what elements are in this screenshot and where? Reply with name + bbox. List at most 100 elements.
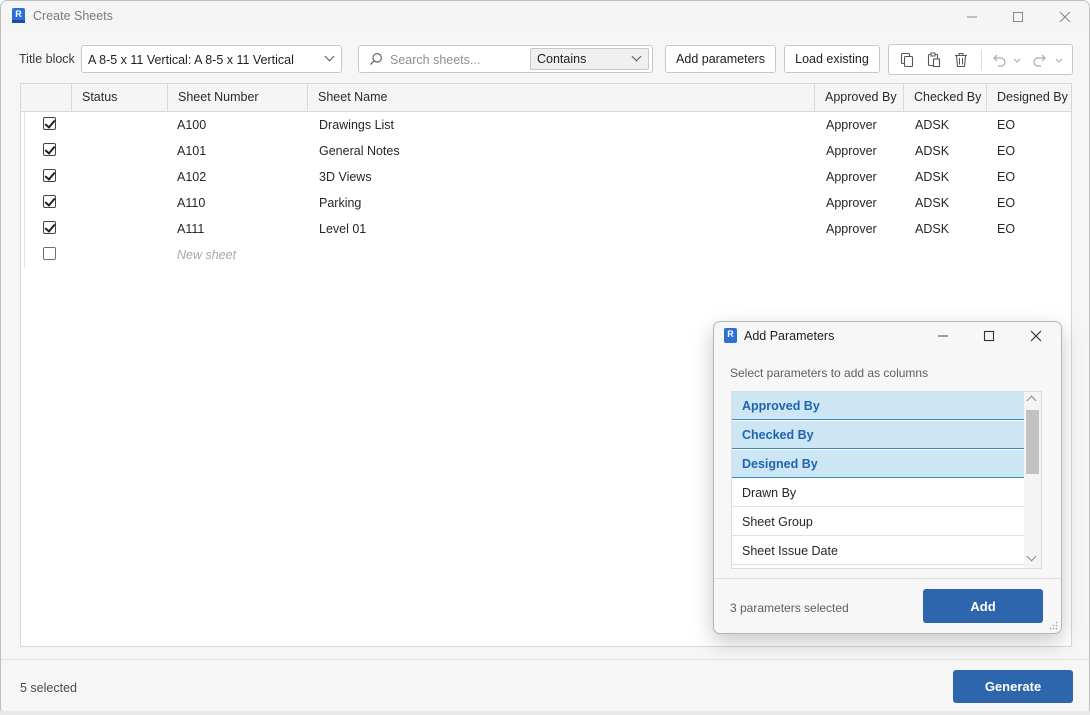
sheet-number-cell[interactable]: A102 [177,170,206,184]
generate-button[interactable]: Generate [953,670,1073,703]
row-handle [21,164,25,190]
checked-by-cell[interactable]: ADSK [915,118,949,132]
table-row[interactable]: A101 General Notes Approver ADSK EO [21,138,1071,164]
column-header-approved-by[interactable]: Approved By [814,84,903,111]
sheet-name-cell[interactable]: General Notes [319,144,400,158]
row-checkbox[interactable] [43,195,56,208]
search-input[interactable] [388,50,532,70]
checked-by-cell[interactable]: ADSK [915,196,949,210]
maximize-button[interactable] [995,1,1041,32]
delete-icon[interactable] [953,52,969,68]
dialog-close-button[interactable] [1013,322,1059,350]
column-header-sheet-name[interactable]: Sheet Name [307,84,814,111]
designed-by-cell[interactable]: EO [997,196,1015,210]
scrollbar-thumb[interactable] [1026,410,1039,474]
row-checkbox[interactable] [43,143,56,156]
search-mode-select[interactable]: Contains [530,48,649,70]
background-strip [0,711,1090,715]
toolbar-divider [981,50,982,70]
checked-by-cell[interactable]: ADSK [915,170,949,184]
scroll-up-icon[interactable] [1026,395,1037,406]
window-title: Create Sheets [33,9,113,23]
dialog-minimize-button[interactable] [920,322,966,350]
title-bar[interactable]: R Create Sheets [1,1,1089,32]
redo-icon[interactable] [1032,52,1048,68]
column-header-status[interactable]: Status [71,84,167,111]
row-handle [21,190,25,216]
row-checkbox[interactable] [43,117,56,130]
selection-count: 5 selected [20,681,77,695]
parameters-selected-count: 3 parameters selected [730,601,849,615]
minimize-icon [938,335,948,337]
chevron-down-icon [631,51,642,62]
sheet-number-cell[interactable]: A100 [177,118,206,132]
revit-logo-icon: R [12,8,25,23]
row-handle [21,112,25,138]
row-handle [21,216,25,242]
row-checkbox[interactable] [43,169,56,182]
resize-grip-icon[interactable] [1049,621,1058,630]
paste-icon[interactable] [926,52,942,68]
sheet-name-cell[interactable]: Level 01 [319,222,366,236]
designed-by-cell[interactable]: EO [997,170,1015,184]
column-header-select[interactable] [24,84,71,111]
sheet-name-cell[interactable]: Parking [319,196,361,210]
chevron-down-icon [324,51,335,62]
search-mode-value: Contains [537,52,587,66]
table-row[interactable]: A102 3D Views Approver ADSK EO [21,164,1071,190]
grid-header: Status Sheet Number Sheet Name Approved … [21,84,1071,112]
close-button[interactable] [1042,1,1088,32]
title-block-label: Title block [19,52,75,66]
row-handle [21,138,25,164]
table-row[interactable]: A111 Level 01 Approver ADSK EO [21,216,1071,242]
redo-dropdown-icon[interactable] [1054,52,1064,68]
sheet-name-cell[interactable]: 3D Views [319,170,372,184]
checked-by-cell[interactable]: ADSK [915,144,949,158]
row-handle [21,242,25,268]
parameter-item[interactable]: Checked By [732,421,1025,449]
add-parameters-button[interactable]: Add parameters [665,45,776,73]
column-header-checked-by[interactable]: Checked By [903,84,986,111]
parameter-list: Approved By Checked By Designed By Drawn… [731,391,1042,569]
parameter-item[interactable]: Sheet Issue Date [732,537,1025,565]
row-checkbox[interactable] [43,221,56,234]
minimize-button[interactable] [949,1,995,32]
undo-icon[interactable] [991,52,1007,68]
copy-icon[interactable] [899,52,915,68]
sheet-number-cell[interactable]: A110 [177,196,205,210]
column-header-sheet-number[interactable]: Sheet Number [167,84,307,111]
approved-by-cell[interactable]: Approver [826,170,877,184]
row-checkbox[interactable] [43,247,56,260]
approved-by-cell[interactable]: Approver [826,118,877,132]
title-block-select[interactable]: A 8-5 x 11 Vertical: A 8-5 x 11 Vertical [81,45,342,73]
search-icon [370,53,382,65]
close-icon [1059,11,1071,22]
table-row[interactable]: A100 Drawings List Approver ADSK EO [21,112,1071,138]
scroll-down-icon[interactable] [1026,551,1037,562]
sheet-name-cell[interactable]: Drawings List [319,118,394,132]
designed-by-cell[interactable]: EO [997,118,1015,132]
add-button[interactable]: Add [923,589,1043,623]
parameter-item[interactable]: Designed By [732,450,1025,478]
approved-by-cell[interactable]: Approver [826,144,877,158]
dialog-hint: Select parameters to add as columns [730,366,929,380]
load-existing-button[interactable]: Load existing [784,45,880,73]
parameter-item[interactable]: Drawn By [732,479,1025,507]
sheet-number-cell[interactable]: A101 [177,144,206,158]
table-row[interactable]: A110 Parking Approver ADSK EO [21,190,1071,216]
add-parameters-dialog: R Add Parameters Select parameters to ad… [713,321,1062,634]
new-sheet-row[interactable]: New sheet [21,242,1071,268]
approved-by-cell[interactable]: Approver [826,196,877,210]
approved-by-cell[interactable]: Approver [826,222,877,236]
designed-by-cell[interactable]: EO [997,222,1015,236]
undo-dropdown-icon[interactable] [1012,52,1022,68]
column-header-designed-by[interactable]: Designed By [986,84,1071,111]
checked-by-cell[interactable]: ADSK [915,222,949,236]
parameter-item[interactable]: Sheet Group [732,508,1025,536]
new-sheet-placeholder[interactable]: New sheet [177,248,236,262]
parameter-list-scrollbar[interactable] [1024,392,1041,568]
designed-by-cell[interactable]: EO [997,144,1015,158]
dialog-maximize-button[interactable] [966,322,1012,350]
sheet-number-cell[interactable]: A111 [177,222,204,236]
parameter-item[interactable]: Approved By [732,392,1025,420]
